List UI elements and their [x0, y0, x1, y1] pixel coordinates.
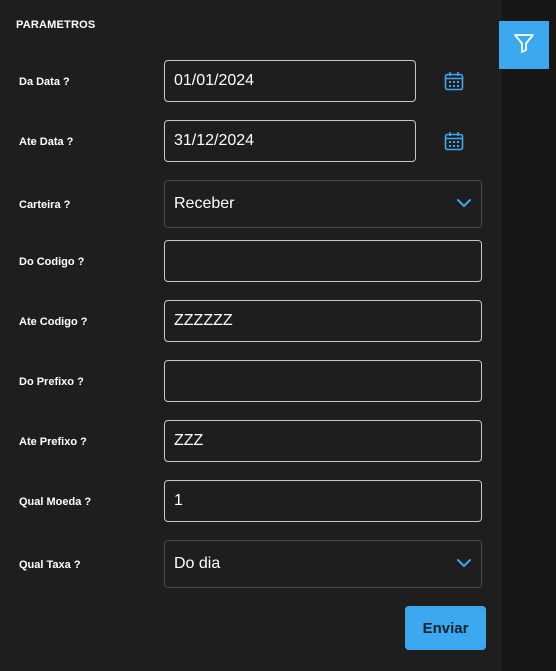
do-prefixo-input[interactable]: [164, 360, 482, 402]
field-label: Carteira ?: [19, 199, 71, 211]
side-toolbar: [502, 0, 556, 671]
field-row-ate-prefixo: Ate Prefixo ?: [0, 420, 502, 464]
carteira-select[interactable]: Receber: [164, 180, 482, 228]
filter-button[interactable]: [499, 21, 549, 69]
ate-prefixo-input[interactable]: [164, 420, 482, 462]
qual-taxa-select[interactable]: Do dia: [164, 540, 482, 588]
ate-data-input[interactable]: [164, 120, 416, 162]
field-row-do-prefixo: Do Prefixo ?: [0, 360, 502, 404]
field-label: Do Codigo ?: [19, 256, 85, 268]
field-row-qual-taxa: Qual Taxa ? Do dia: [0, 540, 502, 588]
da-data-input[interactable]: [164, 60, 416, 102]
field-row-do-codigo: Do Codigo ?: [0, 240, 502, 284]
do-codigo-input[interactable]: [164, 240, 482, 282]
field-label: Qual Moeda ?: [19, 496, 92, 508]
field-row-carteira: Carteira ? Receber: [0, 180, 502, 228]
section-title: PARAMETROS: [16, 19, 96, 31]
select-value: Receber: [174, 195, 235, 212]
field-row-ate-codigo: Ate Codigo ?: [0, 300, 502, 344]
field-label: Ate Codigo ?: [19, 316, 88, 328]
field-label: Do Prefixo ?: [19, 376, 84, 388]
calendar-icon[interactable]: [444, 71, 464, 91]
field-label: Da Data ?: [19, 76, 70, 88]
chevron-down-icon: [456, 555, 472, 573]
chevron-down-icon: [456, 195, 472, 213]
select-value: Do dia: [174, 555, 221, 572]
parameters-panel: PARAMETROS Da Data ? Ate Data ?: [0, 0, 502, 671]
field-row-qual-moeda: Qual Moeda ?: [0, 480, 502, 524]
field-label: Ate Data ?: [19, 136, 74, 148]
field-label: Ate Prefixo ?: [19, 436, 87, 448]
ate-codigo-input[interactable]: [164, 300, 482, 342]
submit-button[interactable]: Enviar: [405, 606, 486, 650]
field-row-ate-data: Ate Data ?: [0, 120, 502, 164]
field-label: Qual Taxa ?: [19, 559, 81, 571]
filter-icon: [512, 31, 536, 60]
field-row-da-data: Da Data ?: [0, 60, 502, 104]
calendar-icon[interactable]: [444, 131, 464, 151]
qual-moeda-input[interactable]: [164, 480, 482, 522]
